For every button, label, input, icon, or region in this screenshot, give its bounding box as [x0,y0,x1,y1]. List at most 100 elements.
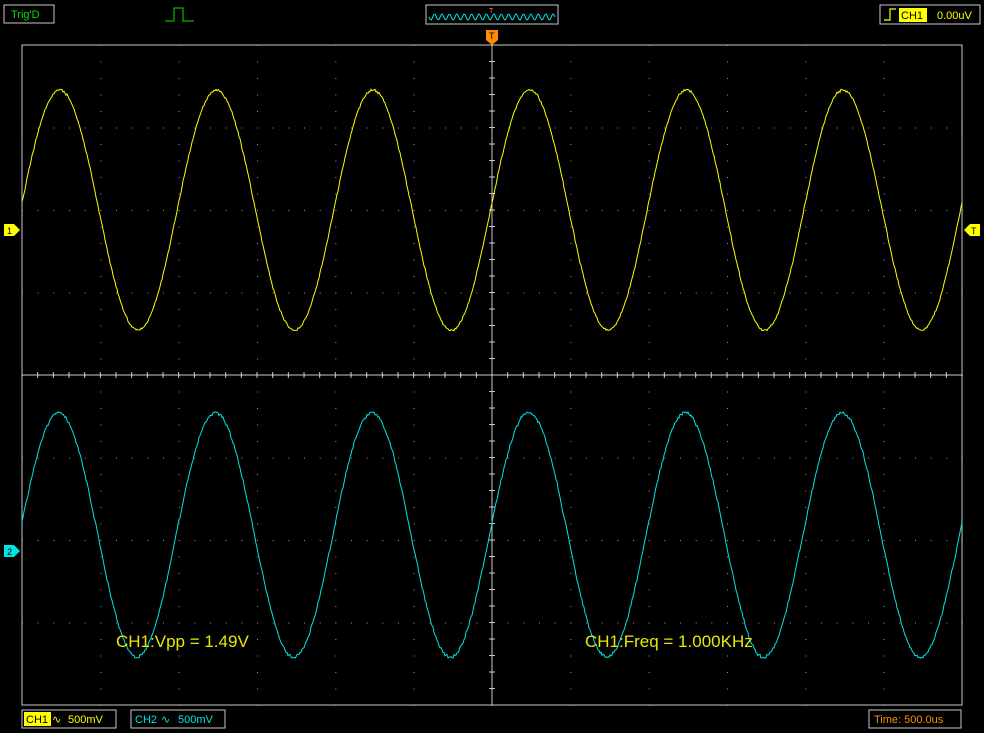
grid-dot [382,293,383,294]
grid-dot [805,392,806,393]
grid-dot [257,392,258,393]
grid-dot [570,705,571,706]
grid-dot [523,210,524,211]
grid-dot [100,474,101,475]
grid-dot [100,458,101,459]
ch1-scale-box[interactable]: CH1 ∿ 500mV [22,710,116,728]
grid-dot [805,227,806,228]
grid-dot [335,45,336,46]
grid-dot [445,540,446,541]
grid-dot [790,128,791,129]
grid-dot [335,705,336,706]
grid-dot [398,540,399,541]
grid-dot [539,293,540,294]
grid-dot [805,672,806,673]
grid-dot [414,656,415,657]
grid-dot [179,458,180,459]
grid-dot [226,128,227,129]
grid-dot [711,128,712,129]
grid-dot [179,705,180,706]
grid-dot [774,623,775,624]
grid-dot [758,458,759,459]
grid-dot [147,623,148,624]
grid-dot [649,408,650,409]
grid-dot [727,326,728,327]
ch1-level-marker[interactable]: 1 [4,224,20,236]
grid-dot [226,540,227,541]
grid-dot [414,177,415,178]
grid-dot [351,293,352,294]
grid-dot [461,458,462,459]
grid-dot [649,177,650,178]
trigger-position-marker[interactable]: T [486,30,498,45]
grid-dot [805,507,806,508]
grid-dot [85,458,86,459]
grid-dot [320,128,321,129]
grid-dot [335,128,336,129]
grid-dot [664,210,665,211]
grid-dot [790,458,791,459]
grid-dot [22,458,23,459]
grid-dot [179,326,180,327]
grid-dot [257,557,258,558]
grid-dot [382,128,383,129]
grid-dot [445,458,446,459]
grid-dot [649,78,650,79]
grid-dot [884,128,885,129]
grid-dot [743,623,744,624]
trigger-info[interactable]: CH1 0.00uV [880,5,980,24]
grid-dot [179,111,180,112]
grid-dot [100,111,101,112]
grid-dot [664,128,665,129]
grid-dot [805,161,806,162]
grid-dot [805,656,806,657]
grid-dot [257,573,258,574]
grid-dot [257,590,258,591]
grid-dot [38,458,39,459]
grid-dot [805,441,806,442]
grid-dot [257,425,258,426]
grid-dot [570,540,571,541]
ch1-name: CH1 [26,714,48,726]
grid-dot [805,326,806,327]
grid-dot [288,623,289,624]
grid-dot [414,458,415,459]
grid-dot [179,62,180,63]
grid-dot [696,540,697,541]
grid-dot [320,540,321,541]
grid-dot [100,62,101,63]
grid-dot [414,276,415,277]
grid-dot [414,623,415,624]
grid-dot [194,623,195,624]
grid-dot [570,326,571,327]
grid-dot [461,623,462,624]
memory-overview[interactable]: T [426,5,558,24]
grid-dot [649,392,650,393]
grid-dot [649,276,650,277]
trigger-level-marker[interactable]: T [964,224,980,236]
grid-dot [257,623,258,624]
grid-dot [649,540,650,541]
grid-dot [100,639,101,640]
ch2-scale-box[interactable]: CH2 ∿ 500mV [131,710,225,728]
grid-dot [884,392,885,393]
grid-dot [805,342,806,343]
grid-dot [711,293,712,294]
timebase-box[interactable]: Time: 500.0us [869,710,961,728]
ch2-level-marker[interactable]: 2 [4,545,20,557]
grid-dot [508,623,509,624]
grid-dot [304,210,305,211]
grid-dot [257,227,258,228]
grid-dot [758,293,759,294]
grid-dot [210,623,211,624]
grid-dot [335,260,336,261]
grid-dot [351,210,352,211]
grid-dot [868,540,869,541]
grid-dot [257,342,258,343]
grid-dot [570,623,571,624]
grid-dot [147,540,148,541]
grid-dot [335,243,336,244]
grid-dot [805,243,806,244]
grid-dot [790,210,791,211]
grid-dot [163,128,164,129]
